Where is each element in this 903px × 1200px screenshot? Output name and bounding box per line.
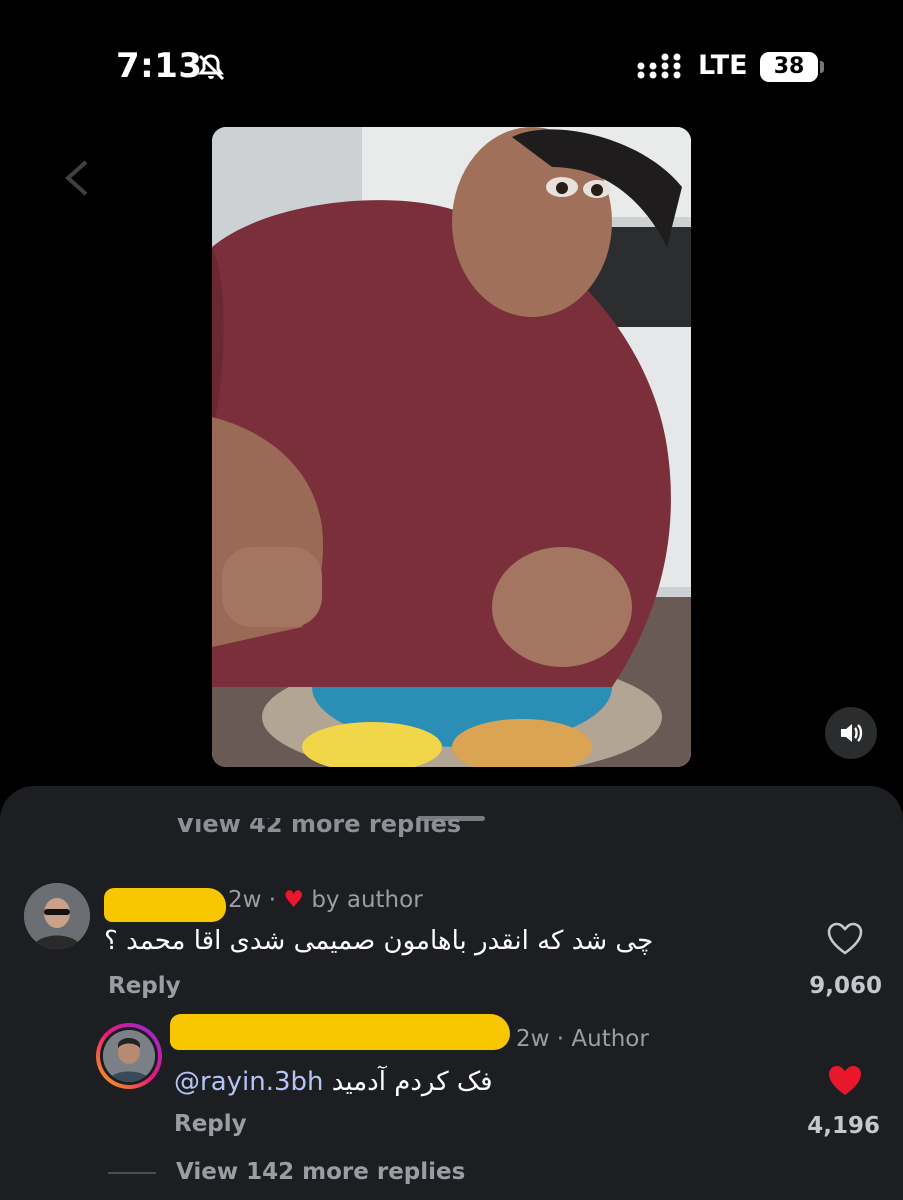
avatar-image bbox=[24, 883, 90, 949]
replies-divider bbox=[108, 1172, 156, 1174]
comment-text: چی شد که انقدر باهامون صمیمی شدی اقا محم… bbox=[104, 926, 654, 956]
reply-text: @rayin.3bh فک کردم آدمید bbox=[174, 1067, 493, 1097]
clock-time: 7:13 bbox=[116, 46, 203, 86]
redacted-username bbox=[170, 1014, 510, 1050]
comment-age: 2w bbox=[228, 887, 262, 913]
view-replies-label-top: View 42 more replies bbox=[176, 818, 462, 838]
avatar-photo bbox=[103, 1030, 155, 1082]
back-chevron-icon[interactable] bbox=[62, 158, 92, 198]
view-more-replies-button[interactable]: View 142 more replies bbox=[176, 1159, 465, 1185]
reply-button[interactable]: Reply bbox=[174, 1111, 247, 1137]
network-type: LTE bbox=[698, 50, 748, 81]
bell-mute-icon bbox=[198, 54, 225, 81]
redacted-username bbox=[104, 888, 226, 922]
reply-age: 2w bbox=[516, 1026, 550, 1052]
author-avatar-story-ring[interactable] bbox=[96, 1023, 162, 1089]
status-bar: 7:13 LTE 38 bbox=[0, 0, 903, 130]
author-avatar bbox=[100, 1027, 158, 1085]
heart-outline-icon[interactable] bbox=[827, 922, 863, 956]
author-liked-heart-icon: ♥ bbox=[283, 887, 305, 913]
mention-link[interactable]: @rayin.3bh bbox=[174, 1067, 324, 1097]
reply-meta: 2w · Author bbox=[516, 1026, 649, 1052]
video-player[interactable] bbox=[212, 127, 691, 767]
author-avatar-image bbox=[103, 1030, 155, 1082]
heart-filled-icon[interactable] bbox=[827, 1064, 863, 1098]
like-count: 9,060 bbox=[809, 973, 882, 999]
battery-level: 38 bbox=[773, 54, 805, 79]
battery-tip bbox=[820, 61, 824, 73]
commenter-avatar[interactable] bbox=[24, 883, 90, 949]
battery-icon: 38 bbox=[760, 52, 818, 82]
author-badge: Author bbox=[571, 1026, 649, 1052]
cellular-signal-icon bbox=[637, 53, 681, 79]
liked-by-author-label: by author bbox=[311, 887, 423, 913]
video-frame-image bbox=[212, 127, 691, 767]
like-count: 4,196 bbox=[807, 1113, 880, 1139]
reply-message: فک کردم آدمید bbox=[331, 1067, 493, 1097]
comment-meta: 2w · ♥ by author bbox=[228, 887, 423, 913]
speaker-icon bbox=[841, 724, 863, 742]
sound-toggle-button[interactable] bbox=[825, 707, 877, 759]
view-replies-link-top[interactable]: View 42 more replies bbox=[176, 818, 576, 844]
reply-button[interactable]: Reply bbox=[108, 973, 181, 999]
comments-sheet: View 42 more replies 2w · ♥ by author چی… bbox=[0, 786, 903, 1200]
